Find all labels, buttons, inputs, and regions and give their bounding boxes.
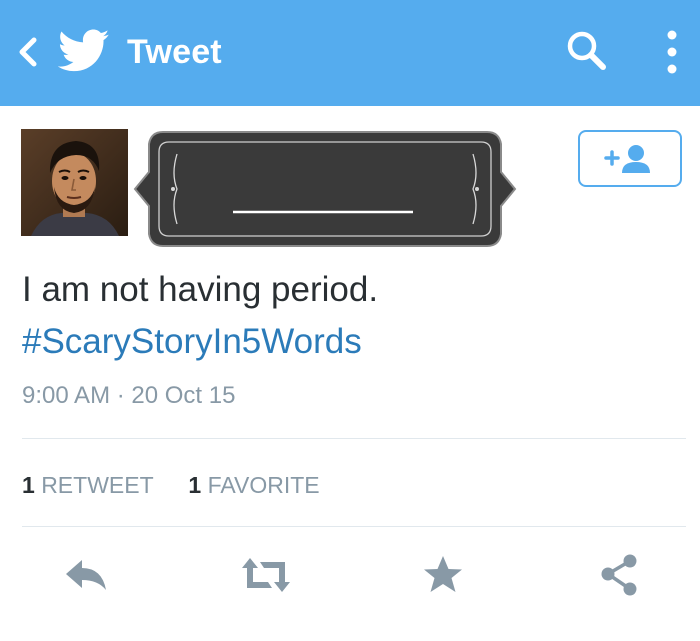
retweet-button[interactable] — [238, 552, 290, 598]
divider — [22, 438, 686, 439]
redacted-username-label — [133, 124, 517, 254]
add-user-icon — [604, 145, 650, 173]
favorite-button[interactable] — [419, 552, 469, 598]
search-button[interactable] — [562, 26, 612, 76]
follow-button[interactable] — [578, 130, 682, 187]
more-options-button[interactable] — [660, 28, 684, 76]
star-icon — [424, 556, 462, 592]
retweet-icon — [242, 558, 290, 592]
twitter-bird-icon — [57, 28, 110, 74]
top-app-bar: Tweet — [0, 0, 700, 106]
tweet-body-text: I am not having period. — [22, 270, 379, 309]
retweet-count: 1 — [22, 472, 35, 498]
share-button[interactable] — [596, 552, 646, 598]
tweet-text: I am not having period. #ScaryStoryIn5Wo… — [22, 264, 682, 368]
share-icon — [601, 554, 637, 596]
favorite-count: 1 — [188, 472, 202, 498]
tweet-timestamp: 9:00 AM · 20 Oct 15 — [22, 382, 236, 409]
search-icon — [567, 31, 606, 70]
chevron-left-icon — [19, 37, 37, 67]
retweet-stat[interactable]: 1 RETWEET — [22, 468, 154, 502]
retweet-label: RETWEET — [41, 472, 154, 498]
tweet-stats: 1 RETWEET 1 FAVORITE — [22, 468, 320, 502]
divider — [22, 526, 686, 527]
back-button[interactable] — [8, 30, 48, 74]
reply-icon — [66, 560, 106, 590]
page-title: Tweet — [127, 33, 222, 71]
hashtag-link[interactable]: #ScaryStoryIn5Words — [22, 316, 682, 368]
avatar[interactable] — [21, 129, 128, 236]
favorite-stat[interactable]: 1 FAVORITE — [188, 468, 319, 502]
reply-button[interactable] — [62, 552, 112, 598]
more-vertical-icon — [667, 30, 677, 74]
favorite-label: FAVORITE — [207, 472, 320, 498]
